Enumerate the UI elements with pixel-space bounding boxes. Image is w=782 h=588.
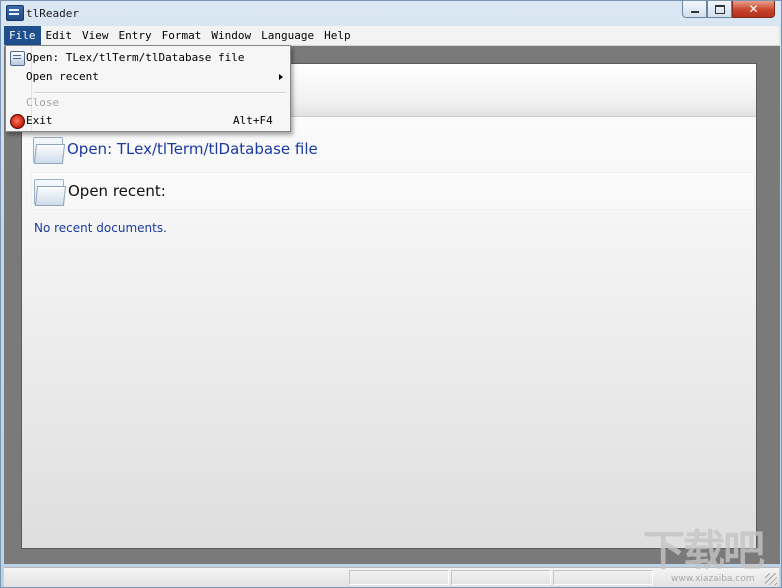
maximize-button[interactable] [707, 1, 732, 18]
menu-entry-label: Entry [118, 29, 152, 42]
menu-format[interactable]: Format [157, 26, 207, 45]
file-menu-close-label: Close [26, 96, 60, 109]
start-page: Open: TLex/tlTerm/tlDatabase file Open r… [21, 63, 757, 549]
menu-bar: File Edit View Entry Format Window Langu… [4, 26, 779, 46]
status-pane [451, 570, 551, 585]
open-recent-heading: Open recent: [68, 182, 166, 200]
maximize-icon [714, 4, 725, 14]
open-file-icon [10, 51, 25, 66]
file-menu-open-recent-label: Open recent [26, 70, 99, 83]
menu-window[interactable]: Window [206, 26, 256, 45]
menu-format-label: Format [161, 29, 202, 42]
menu-entry[interactable]: Entry [114, 26, 157, 45]
menu-language-label: Language [261, 29, 315, 42]
watermark-glyphs: 下载吧 [643, 526, 765, 575]
file-menu-open-label: Open: TLex/tlTerm/tlDatabase file [26, 51, 245, 64]
menu-language[interactable]: Language [256, 26, 319, 45]
file-menu-dropdown: Open: TLex/tlTerm/tlDatabase file Open r… [5, 45, 291, 132]
open-file-link[interactable]: Open: TLex/tlTerm/tlDatabase file [67, 140, 318, 158]
menu-view[interactable]: View [77, 26, 114, 45]
open-recent-row: Open recent: [31, 172, 755, 210]
file-menu-exit-label: Exit [26, 114, 53, 127]
menu-view-label: View [82, 29, 109, 42]
menu-file-label: File [9, 29, 36, 42]
file-menu-close: Close [6, 94, 290, 112]
file-menu-open-recent[interactable]: Open recent [6, 68, 290, 86]
window-title: tlReader [26, 7, 79, 20]
app-window: tlReader ✕ File Edit View Entry Format W… [0, 0, 782, 588]
caption-buttons: ✕ [682, 1, 775, 18]
title-bar[interactable]: tlReader ✕ [1, 1, 781, 25]
menu-window-label: Window [211, 29, 252, 42]
file-menu-exit-shortcut: Alt+F4 [233, 114, 273, 127]
submenu-arrow-icon [279, 74, 283, 80]
no-recent-documents-text: No recent documents. [34, 221, 167, 235]
folder-icon [32, 176, 67, 206]
minimize-icon [690, 11, 699, 13]
app-icon[interactable] [6, 5, 24, 21]
menu-edit-label: Edit [45, 29, 73, 42]
file-menu-exit[interactable]: Exit Alt+F4 [6, 112, 290, 130]
close-icon: ✕ [748, 2, 759, 16]
status-pane [553, 570, 653, 585]
minimize-button[interactable] [682, 1, 707, 18]
file-menu-open[interactable]: Open: TLex/tlTerm/tlDatabase file [6, 49, 290, 67]
exit-icon [10, 114, 25, 129]
close-button[interactable]: ✕ [732, 1, 775, 18]
menu-edit[interactable]: Edit [41, 26, 78, 45]
menu-help-label: Help [324, 29, 351, 42]
open-file-row[interactable]: Open: TLex/tlTerm/tlDatabase file [31, 130, 755, 168]
status-pane [349, 570, 449, 585]
watermark-logo: 下载吧 www.xiazaiba.com [641, 528, 781, 586]
menu-help[interactable]: Help [319, 26, 356, 45]
folder-icon [31, 134, 66, 164]
menu-file[interactable]: File [4, 26, 41, 45]
watermark-url: www.xiazaiba.com [671, 574, 755, 584]
